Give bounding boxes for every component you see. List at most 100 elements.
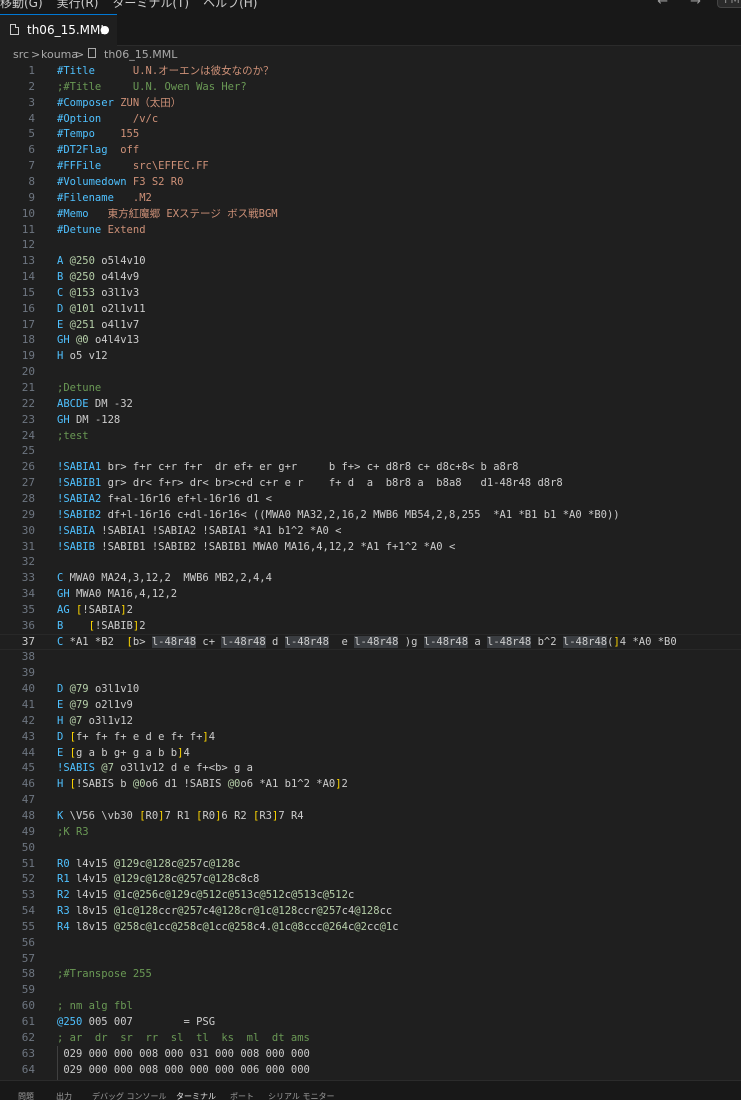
line-number: 60 [21, 999, 35, 1013]
code-line[interactable]: 7 #FFFile src\EFFEC.FF [0, 158, 741, 174]
code-line[interactable]: 64 029 000 000 008 000 000 000 006 000 0… [0, 1061, 741, 1078]
code-line[interactable]: 32 [0, 554, 741, 570]
line-number: 37 [21, 634, 35, 648]
line-number: 58 [21, 967, 35, 981]
code-line[interactable]: 25 [0, 443, 741, 459]
code-line[interactable]: 29 !SABIB2 df+l-16r16 c+dl-16r16< ((MWA0 … [0, 507, 741, 523]
code-line[interactable]: 15 C @153 o3l1v3 [0, 285, 741, 301]
code-line[interactable]: 21 ;Detune [0, 380, 741, 396]
line-number: 12 [21, 238, 35, 252]
code-text: E @251 o4l1v7 [57, 318, 140, 331]
code-line[interactable]: 58 ;#Transpose 255 [0, 966, 741, 982]
code-line[interactable]: 55 R4 l8v15 @258c@1cc@258c@1cc@258c4.@1c@… [0, 919, 741, 935]
code-line[interactable]: 26 !SABIA1 br> f+r c+r f+r dr ef+ er g+r … [0, 459, 741, 475]
code-line[interactable]: 44 E [g a b g+ g a b b]4 [0, 745, 741, 761]
line-number: 62 [21, 1030, 35, 1044]
line-number: 6 [28, 143, 35, 157]
code-line[interactable]: 8 #Volumedown F3 S2 R0 [0, 174, 741, 190]
code-text: 029 000 000 008 000 031 000 008 000 000 [57, 1047, 310, 1060]
back-arrow-icon[interactable]: ← [657, 0, 668, 9]
code-line[interactable]: 34 GH MWA0 MA16,4,12,2 [0, 586, 741, 602]
breadcrumb-file[interactable]: th06_15.MML [104, 48, 177, 61]
code-line[interactable]: 59 [0, 982, 741, 998]
code-line[interactable]: 52 R1 l4v15 @129c@128c@257c@128c8c8 [0, 871, 741, 887]
breadcrumb-kouma[interactable]: kouma [41, 48, 78, 61]
code-line[interactable]: 46 H [!SABIS b @0o6 d1 !SABIS @0o6 *A1 b1… [0, 776, 741, 792]
code-line[interactable]: 61 @250 005 007 = PSG [0, 1014, 741, 1030]
line-number: 18 [21, 333, 35, 347]
code-line[interactable]: 4 #Option /v/c [0, 111, 741, 127]
line-number: 25 [21, 444, 35, 458]
code-line[interactable]: 56 [0, 935, 741, 951]
code-line[interactable]: 2 ;#Title U.N. Owen Was Her? [0, 79, 741, 95]
code-text: !SABIA2 f+al-16r16 ef+l-16r16 d1 < [57, 492, 272, 505]
code-line[interactable]: 1 #Title U.N.オーエンは彼女なのか？ [0, 63, 741, 79]
code-line[interactable]: 33 C MWA0 MA24,3,12,2 MWB6 MB2,2,4,4 [0, 570, 741, 586]
code-line[interactable]: 10 #Memo 東方紅魔郷 EXステージ ボス戦BGM [0, 206, 741, 222]
code-line[interactable]: 37 C *A1 *B2 [b> l-48r48 c+ l-48r48 d l-4… [0, 633, 741, 650]
code-line[interactable]: 45 !SABIS @7 o3l1v12 d e f+<b> g a [0, 760, 741, 776]
code-line[interactable]: 12 [0, 237, 741, 253]
code-line[interactable]: 50 [0, 840, 741, 856]
code-line[interactable]: 16 D @101 o2l1v11 [0, 301, 741, 317]
code-line[interactable]: 5 #Tempo 155 [0, 126, 741, 142]
code-line[interactable]: 17 E @251 o4l1v7 [0, 317, 741, 333]
menu-terminal[interactable]: ターミナル(T) [112, 0, 189, 10]
code-text: ;test [57, 429, 89, 442]
code-line[interactable]: 14 B @250 o4l4v9 [0, 269, 741, 285]
line-number: 29 [21, 507, 35, 521]
code-line[interactable]: 40 D @79 o3l1v10 [0, 681, 741, 697]
code-line[interactable]: 35 AG [!SABIA]2 [0, 602, 741, 618]
line-number: 44 [21, 745, 35, 759]
code-line[interactable]: 51 R0 l4v15 @129c@128c@257c@128c [0, 856, 741, 872]
command-center-search[interactable]: FM [717, 0, 741, 8]
code-line[interactable]: 49 ;K R3 [0, 824, 741, 840]
code-line[interactable]: 11 #Detune Extend [0, 222, 741, 238]
code-line[interactable]: 53 R2 l4v15 @1c@256c@129c@512c@513c@512c@… [0, 887, 741, 903]
code-line[interactable]: 9 #Filename .M2 [0, 190, 741, 206]
code-line[interactable]: 60 ; nm alg fbl [0, 998, 741, 1014]
code-line[interactable]: 57 [0, 951, 741, 967]
code-line[interactable]: 27 !SABIB1 gr> dr< f+r> dr< br>c+d c+r e … [0, 475, 741, 491]
code-line[interactable]: 43 D [f+ f+ f+ e d e f+ f+]4 [0, 729, 741, 745]
panel-tab-bar: 問題 出力 デバッグ コンソール ターミナル ポート シリアル モニター [0, 1080, 741, 1100]
code-line[interactable]: 39 [0, 665, 741, 681]
code-editor[interactable]: 1 #Title U.N.オーエンは彼女なのか？ 2 ;#Title U.N. Owe… [0, 62, 741, 1080]
code-line[interactable]: 31 !SABIB !SABIB1 !SABIB2 !SABIB1 MWA0 MA… [0, 539, 741, 555]
code-line[interactable]: 3 #Composer ZUN（太田） [0, 95, 741, 111]
code-line[interactable]: 24 ;test [0, 428, 741, 444]
code-line[interactable]: 22 ABCDE DM -32 [0, 396, 741, 412]
code-line[interactable]: 63 029 000 000 008 000 031 000 008 000 0… [0, 1045, 741, 1062]
tab-label: th06_15.MML [27, 23, 108, 37]
code-line[interactable]: 38 [0, 649, 741, 665]
code-line[interactable]: 6 #DT2Flag off [0, 142, 741, 158]
code-line[interactable]: 19 H o5 v12 [0, 348, 741, 364]
code-line[interactable]: 20 [0, 364, 741, 380]
code-line[interactable]: 13 A @250 o5l4v10 [0, 253, 741, 269]
forward-arrow-icon[interactable]: → [690, 0, 701, 9]
code-line[interactable]: 62 ; ar dr sr rr sl tl ks ml dt ams [0, 1030, 741, 1046]
code-line[interactable]: 23 GH DM -128 [0, 412, 741, 428]
code-line[interactable]: 48 K \V56 \vb30 [R0]7 R1 [R0]6 R2 [R3]7 R… [0, 808, 741, 824]
editor-tab-active[interactable]: th06_15.MML ● [0, 14, 117, 46]
code-line[interactable]: 47 [0, 792, 741, 808]
code-line[interactable]: 28 !SABIA2 f+al-16r16 ef+l-16r16 d1 < [0, 491, 741, 507]
code-line[interactable]: 18 GH @0 o4l4v13 [0, 332, 741, 348]
code-line[interactable]: 41 E @79 o2l1v9 [0, 697, 741, 713]
menu-help[interactable]: ヘルプ(H) [203, 0, 257, 10]
menu-go[interactable]: 移動(G) [0, 0, 43, 10]
code-line[interactable]: 42 H @7 o3l1v12 [0, 713, 741, 729]
code-text: !SABIB !SABIB1 !SABIB2 !SABIB1 MWA0 MA16… [57, 540, 456, 553]
code-line[interactable]: 54 R3 l8v15 @1c@128ccr@257c4@128cr@1c@128… [0, 903, 741, 919]
line-number: 63 [21, 1046, 35, 1060]
code-text: #Title U.N.オーエンは彼女なのか？ [57, 65, 274, 77]
code-text: C @153 o3l1v3 [57, 286, 140, 299]
menu-run[interactable]: 実行(R) [57, 0, 99, 10]
nav-arrows: ← → [635, 0, 701, 9]
code-text: R3 l8v15 @1c@128ccr@257c4@128cr@1c@128cc… [57, 905, 393, 918]
code-line[interactable]: 36 B [!SABIB]2 [0, 618, 741, 634]
code-line[interactable]: 30 !SABIA !SABIA1 !SABIA2 !SABIA1 *A1 b1^… [0, 523, 741, 539]
code-text: E @79 o2l1v9 [57, 699, 133, 711]
breadcrumb-src[interactable]: src [13, 48, 29, 61]
modified-dot-icon[interactable]: ● [100, 23, 110, 36]
